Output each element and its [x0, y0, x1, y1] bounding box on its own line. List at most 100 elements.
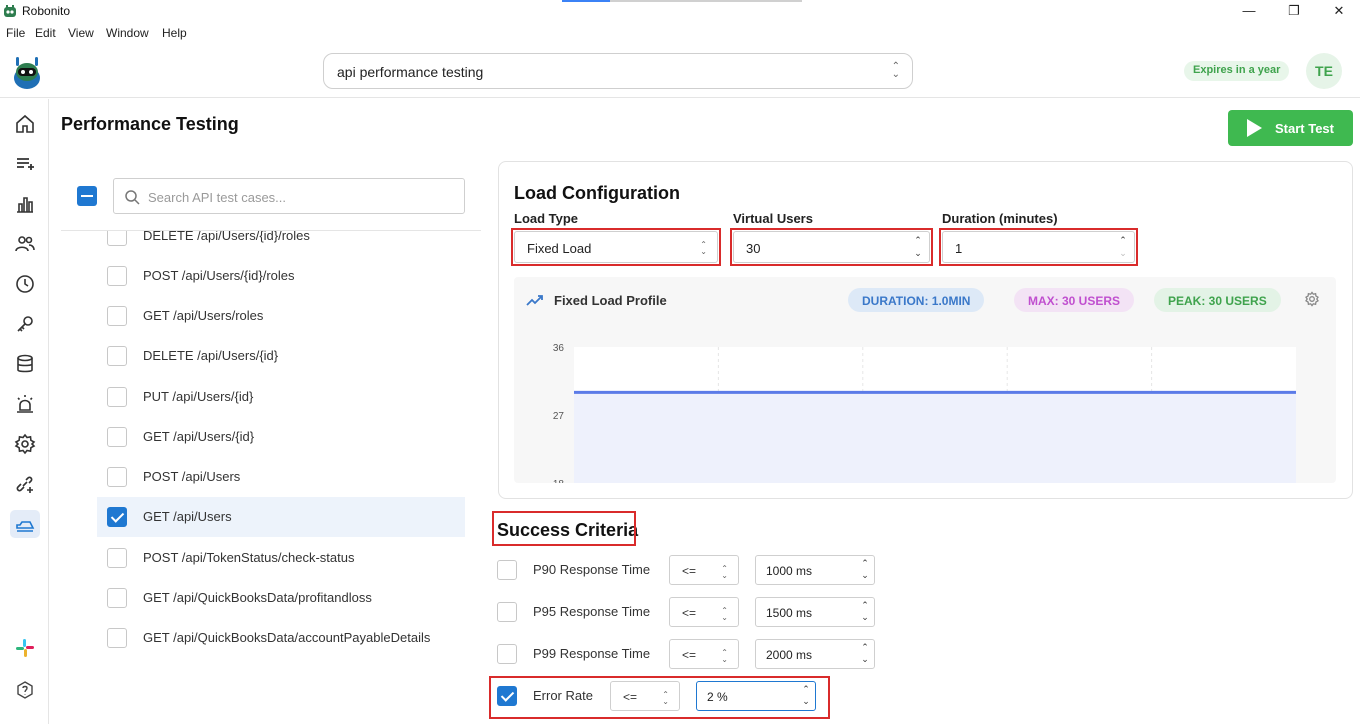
project-select-value: api performance testing — [337, 64, 484, 80]
menu-edit[interactable]: Edit — [35, 26, 56, 40]
database-icon[interactable] — [14, 353, 36, 375]
list-item[interactable]: POST /api/Users/{id}/roles — [97, 256, 465, 296]
clock-icon[interactable] — [14, 273, 36, 295]
performance-icon[interactable] — [14, 513, 36, 535]
start-test-button[interactable]: Start Test — [1228, 110, 1353, 146]
alarm-icon[interactable] — [14, 393, 36, 415]
operator-value: <= — [682, 564, 697, 578]
list-item[interactable]: DELETE /api/Users/{id}/roles — [97, 231, 465, 256]
menu-help[interactable]: Help — [162, 26, 187, 40]
row-checkbox[interactable] — [107, 231, 127, 246]
list-item[interactable]: DELETE /api/Users/{id} — [97, 336, 465, 376]
duration-pill: DURATION: 1.0MIN — [848, 288, 985, 312]
help-icon[interactable] — [14, 679, 36, 701]
settings-cog-icon[interactable] — [14, 433, 36, 455]
threshold-input[interactable]: 1500 ms ⌃ ⌄ — [755, 597, 875, 627]
tab-indicator-rest — [610, 0, 802, 2]
chevron-updown-icon: ⌃ ⌄ — [891, 61, 900, 80]
tab-indicator — [562, 0, 610, 2]
row-checkbox[interactable] — [107, 628, 127, 648]
threshold-input[interactable]: 1000 ms ⌃ ⌄ — [755, 555, 875, 585]
list-item[interactable]: GET /api/QuickBooksData/profitandloss — [97, 578, 465, 618]
page-title: Performance Testing — [61, 114, 239, 134]
row-checkbox[interactable] — [107, 387, 127, 407]
testcase-label: GET /api/Users — [143, 509, 232, 524]
avatar[interactable]: TE — [1306, 53, 1342, 89]
close-button[interactable]: ✕ — [1316, 2, 1360, 20]
operator-value: <= — [682, 648, 697, 662]
search-icon — [125, 190, 140, 205]
criteria-row: P90 Response Time <= ⌃ ⌄ 1000 ms ⌃ ⌄ — [497, 555, 877, 585]
key-icon[interactable] — [14, 313, 36, 335]
profile-title: Fixed Load Profile — [554, 293, 667, 308]
list-item[interactable]: POST /api/Users — [97, 457, 465, 497]
operator-select[interactable]: <= ⌃ ⌄ — [669, 639, 739, 669]
peak-users-pill: PEAK: 30 USERS — [1154, 288, 1281, 312]
list-item[interactable]: GET /api/QuickBooksData/accountPayableDe… — [97, 618, 465, 658]
y-tick-label: 18 — [553, 479, 565, 483]
virtual-users-label: Virtual Users — [733, 211, 813, 226]
row-checkbox[interactable] — [107, 588, 127, 608]
minimize-button[interactable]: — — [1226, 2, 1272, 20]
play-icon — [1247, 119, 1262, 137]
load-profile-panel: Fixed Load Profile DURATION: 1.0MIN MAX:… — [514, 277, 1336, 483]
row-checkbox[interactable] — [107, 346, 127, 366]
maximize-button[interactable]: ❐ — [1271, 2, 1317, 20]
slack-icon[interactable] — [14, 637, 36, 659]
list-item[interactable]: PUT /api/Users/{id} — [97, 377, 465, 417]
menu-file[interactable]: File — [6, 26, 25, 40]
chevron-updown-icon: ⌃ ⌄ — [721, 564, 728, 580]
highlight-box — [730, 228, 933, 266]
row-checkbox[interactable] — [107, 266, 127, 286]
title-bar: Robonito — ❐ ✕ — [0, 0, 1360, 22]
link-add-icon[interactable] — [14, 473, 36, 495]
search-input[interactable]: Search API test cases... — [113, 178, 465, 214]
robonito-logo — [14, 57, 40, 89]
menu-window[interactable]: Window — [106, 26, 149, 40]
criteria-checkbox[interactable] — [497, 644, 517, 664]
threshold-value: 2000 ms — [766, 648, 813, 662]
testcase-label: GET /api/QuickBooksData/profitandloss — [143, 590, 372, 605]
bar-chart-icon[interactable] — [14, 193, 36, 215]
expires-badge: Expires in a year — [1184, 61, 1290, 81]
menu-view[interactable]: View — [68, 26, 94, 40]
users-icon[interactable] — [14, 233, 36, 255]
testcase-label: GET /api/Users/roles — [143, 308, 264, 323]
stepper-icon[interactable]: ⌃ ⌄ — [858, 641, 872, 665]
testcase-label: PUT /api/Users/{id} — [143, 389, 254, 404]
stepper-icon[interactable]: ⌃ ⌄ — [858, 557, 872, 581]
project-select[interactable]: api performance testing ⌃ ⌄ — [323, 53, 913, 89]
testcase-label: DELETE /api/Users/{id}/roles — [143, 231, 310, 243]
row-checkbox[interactable] — [107, 306, 127, 326]
criteria-label: P95 Response Time — [533, 604, 651, 619]
row-checkbox-checked[interactable] — [107, 507, 127, 527]
row-checkbox[interactable] — [107, 548, 127, 568]
app-header: api performance testing ⌃ ⌄ Expires in a … — [0, 44, 1360, 98]
row-checkbox[interactable] — [107, 467, 127, 487]
list-item[interactable]: GET /api/Users/{id} — [97, 417, 465, 457]
playlist-add-icon[interactable] — [14, 153, 36, 175]
operator-value: <= — [682, 606, 697, 620]
threshold-input[interactable]: 2000 ms ⌃ ⌄ — [755, 639, 875, 669]
search-placeholder: Search API test cases... — [148, 190, 287, 205]
home-icon[interactable] — [14, 113, 36, 135]
list-item[interactable]: POST /api/TokenStatus/check-status — [97, 538, 465, 578]
threshold-value: 1500 ms — [766, 606, 813, 620]
list-item[interactable]: GET /api/Users — [97, 497, 465, 537]
start-test-label: Start Test — [1275, 121, 1334, 136]
gear-icon[interactable] — [1304, 291, 1320, 307]
stepper-icon[interactable]: ⌃ ⌄ — [858, 599, 872, 623]
list-item[interactable]: GET /api/Users/roles — [97, 296, 465, 336]
row-checkbox[interactable] — [107, 427, 127, 447]
testcase-label: POST /api/Users — [143, 469, 241, 484]
highlight-box — [489, 676, 830, 719]
chart-area-fill — [574, 392, 1296, 483]
chevron-updown-icon: ⌃ ⌄ — [721, 606, 728, 622]
highlight-box — [492, 511, 636, 546]
criteria-checkbox[interactable] — [497, 560, 517, 580]
operator-select[interactable]: <= ⌃ ⌄ — [669, 597, 739, 627]
criteria-label: P90 Response Time — [533, 562, 651, 577]
select-all-checkbox[interactable] — [77, 186, 97, 206]
criteria-checkbox[interactable] — [497, 602, 517, 622]
operator-select[interactable]: <= ⌃ ⌄ — [669, 555, 739, 585]
